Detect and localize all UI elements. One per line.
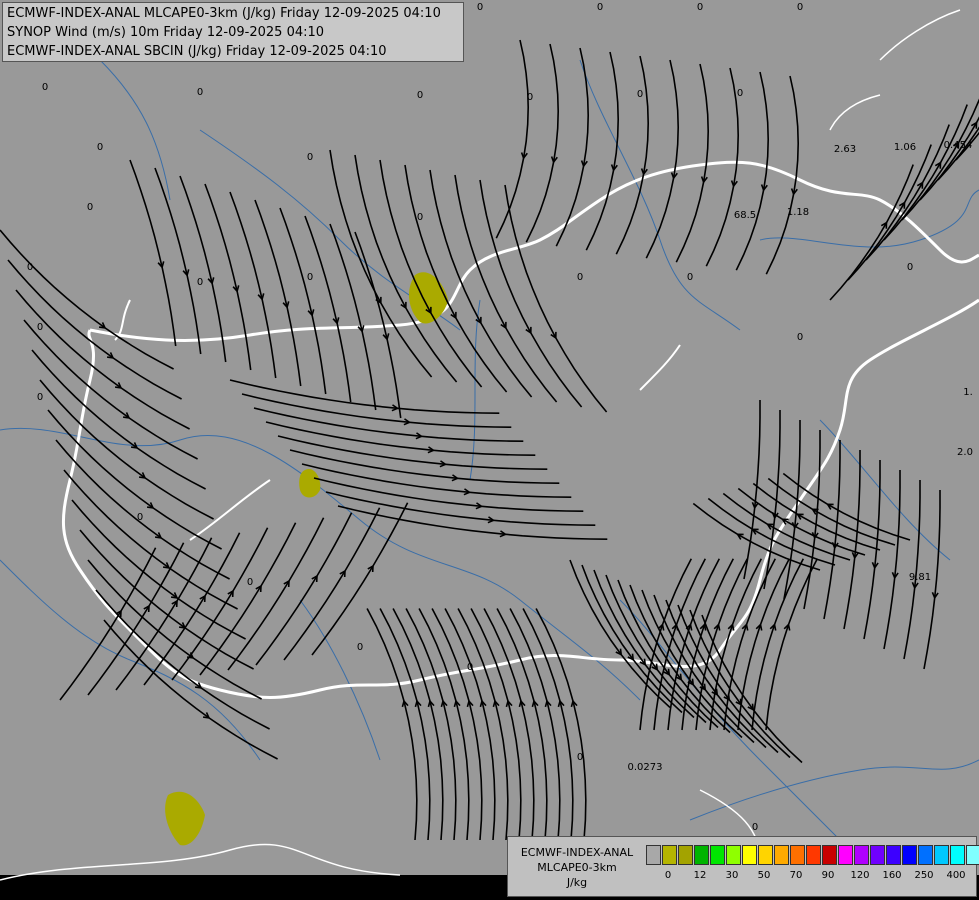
- color-legend: ECMWF-INDEX-ANAL MLCAPE0-3km J/kg 0 12 30 5…: [507, 836, 979, 897]
- sbcin-value-label: 0: [417, 90, 423, 101]
- legend-title-line-3: J/kg: [566, 876, 588, 889]
- legend-tick-label: 250: [914, 870, 934, 881]
- sbcin-value-label: 1.18: [787, 207, 809, 218]
- legend-swatch: [822, 845, 837, 865]
- legend-swatch: [966, 845, 979, 865]
- sbcin-value-label: 0: [247, 577, 253, 588]
- legend-swatch: [918, 845, 933, 865]
- legend-tick-label: 90: [821, 870, 835, 881]
- sbcin-value-label: 0.0273: [628, 762, 663, 773]
- sbcin-value-label: 0: [467, 662, 473, 673]
- sbcin-value-label: 0: [907, 262, 913, 273]
- legend-swatch: [790, 845, 805, 865]
- legend-swatches: [646, 845, 979, 865]
- map-background: [0, 0, 979, 875]
- legend-swatch: [726, 845, 741, 865]
- sbcin-value-label: 2.63: [834, 144, 856, 155]
- legend-title-line-1: ECMWF-INDEX-ANAL: [520, 846, 634, 859]
- sbcin-value-label: 68.5: [734, 210, 756, 221]
- sbcin-value-label: 0: [737, 88, 743, 99]
- sbcin-value-label: 0: [307, 272, 313, 283]
- sbcin-value-label: 0: [417, 212, 423, 223]
- sbcin-value-label: 0: [357, 642, 363, 653]
- legend-swatch: [886, 845, 901, 865]
- legend-swatch: [678, 845, 693, 865]
- sbcin-value-label: 0: [797, 2, 803, 13]
- sbcin-value-label: 0: [797, 332, 803, 343]
- sbcin-value-label: 0: [42, 82, 48, 93]
- map-title-box: ECMWF-INDEX-ANAL MLCAPE0-3km (J/kg) Frid…: [2, 2, 464, 62]
- weather-map: 000000000000000000000000000000002.631.06…: [0, 0, 979, 900]
- sbcin-value-label: 9.81: [909, 572, 931, 583]
- sbcin-value-label: 0: [307, 152, 313, 163]
- legend-title: ECMWF-INDEX-ANAL MLCAPE0-3km J/kg: [510, 845, 644, 890]
- legend-swatch: [902, 845, 917, 865]
- legend-ticks: 0 12 30 50 70 90 120 160 250 400: [646, 870, 976, 886]
- sbcin-value-label: 0: [197, 277, 203, 288]
- legend-swatch: [854, 845, 869, 865]
- sbcin-value-label: 0: [37, 392, 43, 403]
- title-sbcin: ECMWF-INDEX-ANAL SBCIN (J/kg) Friday 12-…: [7, 44, 387, 59]
- legend-swatch: [646, 845, 661, 865]
- legend-tick-label: 30: [725, 870, 739, 881]
- legend-swatch: [950, 845, 965, 865]
- legend-tick-label: 50: [757, 870, 771, 881]
- sbcin-value-label: 2.0: [957, 447, 973, 458]
- sbcin-value-label: 0: [197, 87, 203, 98]
- sbcin-value-label: 0.454: [944, 140, 973, 151]
- legend-swatch: [710, 845, 725, 865]
- sbcin-value-label: 0: [137, 512, 143, 523]
- legend-swatch: [662, 845, 677, 865]
- sbcin-value-label: 0: [97, 142, 103, 153]
- sbcin-value-label: 0: [37, 322, 43, 333]
- sbcin-value-label: 0: [87, 202, 93, 213]
- legend-tick-label: 160: [882, 870, 902, 881]
- legend-tick-label: 12: [693, 870, 707, 881]
- legend-tick-label: 0: [664, 870, 672, 881]
- sbcin-value-label: 0: [697, 2, 703, 13]
- legend-swatch: [934, 845, 949, 865]
- legend-swatch: [758, 845, 773, 865]
- sbcin-value-label: 0: [577, 272, 583, 283]
- sbcin-value-label: 1.: [963, 387, 973, 398]
- sbcin-value-label: 0: [527, 92, 533, 103]
- legend-title-line-2: MLCAPE0-3km: [537, 861, 617, 874]
- sbcin-value-label: 0: [597, 2, 603, 13]
- sbcin-value-label: 1.06: [894, 142, 916, 153]
- legend-swatch: [870, 845, 885, 865]
- legend-swatch: [806, 845, 821, 865]
- legend-tick-label: 70: [789, 870, 803, 881]
- legend-swatch: [694, 845, 709, 865]
- legend-swatch: [774, 845, 789, 865]
- title-synop-wind: SYNOP Wind (m/s) 10m Friday 12-09-2025 0…: [7, 25, 325, 40]
- sbcin-value-label: 0: [577, 752, 583, 763]
- sbcin-value-label: 0: [637, 89, 643, 100]
- sbcin-value-label: 0: [477, 2, 483, 13]
- sbcin-value-label: 0: [687, 272, 693, 283]
- title-mlcape: ECMWF-INDEX-ANAL MLCAPE0-3km (J/kg) Frid…: [7, 6, 441, 21]
- legend-tick-label: 400: [946, 870, 966, 881]
- legend-tick-label: 120: [850, 870, 870, 881]
- sbcin-value-label: 0: [752, 822, 758, 833]
- legend-swatch: [742, 845, 757, 865]
- sbcin-value-label: 0: [27, 262, 33, 273]
- legend-swatch: [838, 845, 853, 865]
